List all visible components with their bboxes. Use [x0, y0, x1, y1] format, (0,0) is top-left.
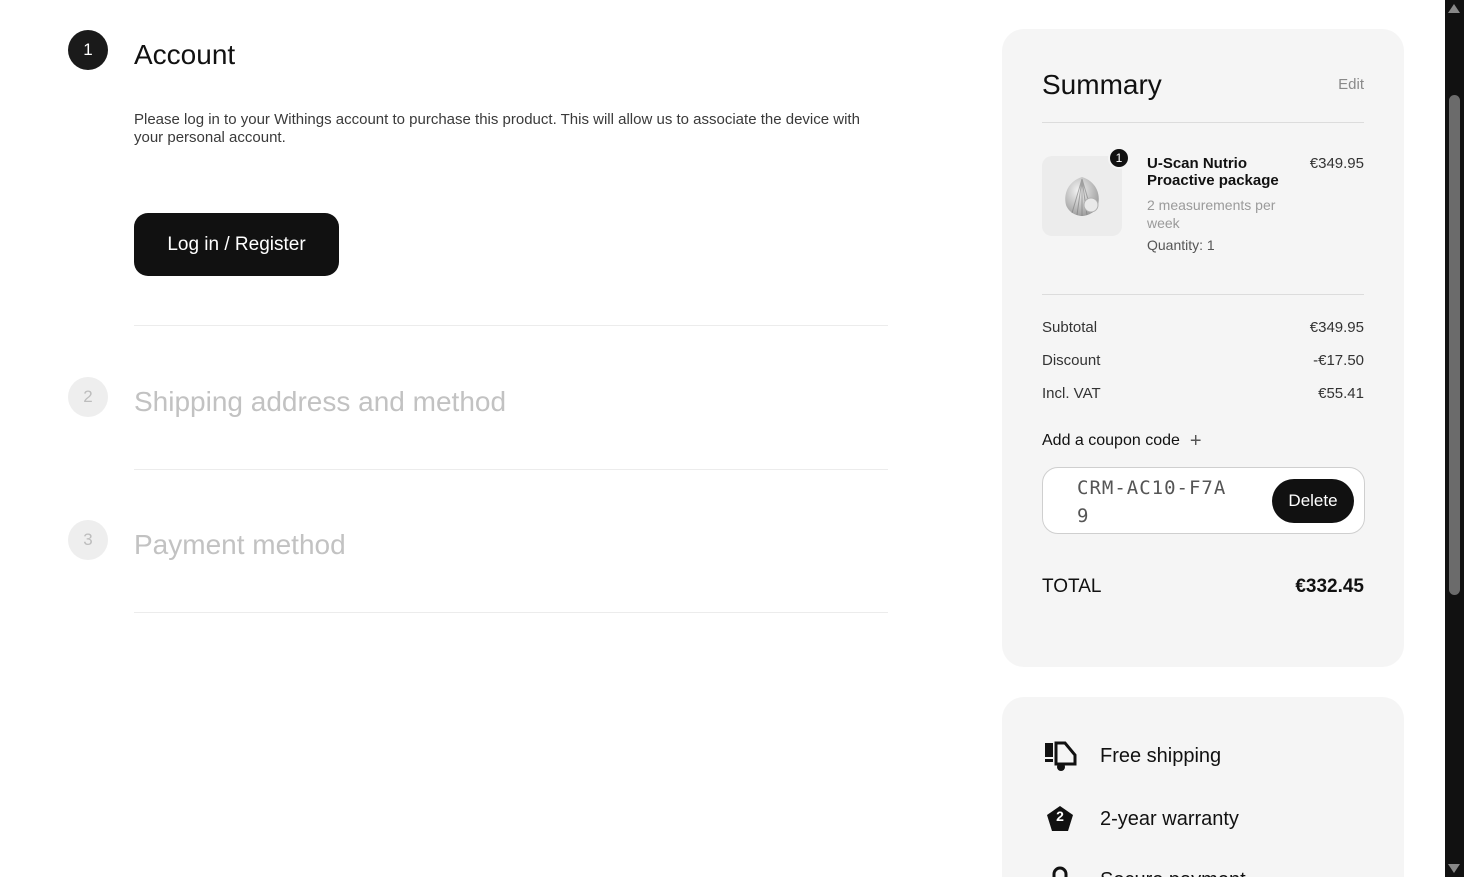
product-variant: 2 measurements per week: [1147, 197, 1276, 231]
account-description: Please log in to your Withings account t…: [134, 111, 860, 146]
perk-warranty: 2 2-year warranty: [1042, 801, 1239, 837]
coupon-code-input[interactable]: CRM-AC10-F7A9: [1077, 474, 1227, 530]
delete-coupon-button[interactable]: Delete: [1272, 479, 1354, 523]
coupon-field: CRM-AC10-F7A9 Delete: [1042, 467, 1365, 534]
step-title: Account: [134, 39, 236, 70]
step-title: Shipping address and method: [134, 386, 507, 417]
order-summary-card: Summary Edit 1 U-Scan Nutrio Proactive p…: [1002, 29, 1404, 667]
edit-cart-link[interactable]: Edit: [1338, 76, 1364, 93]
warranty-badge-number: 2: [1056, 808, 1064, 824]
product-price: €349.95: [1309, 155, 1364, 172]
scroll-down-arrow-icon[interactable]: [1448, 864, 1460, 873]
login-register-button[interactable]: Log in / Register: [134, 213, 339, 276]
add-coupon-toggle[interactable]: Add a coupon code +: [1042, 430, 1202, 452]
step-number-badge: 1: [68, 30, 108, 70]
plus-icon: +: [1189, 430, 1202, 452]
perk-label: Secure payment: [1100, 869, 1246, 877]
product-quantity: Quantity: 1: [1147, 237, 1215, 253]
step-title: Payment method: [134, 529, 346, 560]
perks-card: Free shipping 2 2-year warranty Secure p…: [1002, 697, 1404, 877]
subtotal-value: €349.95: [1309, 319, 1364, 336]
shell-product-icon: [1065, 177, 1099, 216]
vat-value: €55.41: [1318, 385, 1364, 402]
scroll-up-arrow-icon[interactable]: [1448, 4, 1460, 13]
step-divider: [134, 612, 888, 613]
warranty-badge-icon: 2: [1042, 801, 1078, 837]
quantity-badge: 1: [1108, 147, 1130, 169]
page-scrollbar[interactable]: [1445, 0, 1464, 877]
step-divider: [134, 325, 888, 326]
discount-label: Discount: [1042, 352, 1101, 369]
perk-secure-payment: Secure payment: [1042, 862, 1246, 877]
step-number-badge: 2: [68, 377, 108, 417]
product-name: U-Scan Nutrio Proactive package: [1147, 155, 1279, 189]
total-value: €332.45: [1295, 576, 1364, 597]
summary-divider: [1042, 294, 1364, 295]
product-image: [1042, 156, 1122, 236]
step-divider: [134, 469, 888, 470]
vat-label: Incl. VAT: [1042, 385, 1101, 402]
discount-value: -€17.50: [1313, 352, 1364, 369]
summary-divider: [1042, 122, 1364, 123]
summary-title: Summary: [1042, 69, 1162, 100]
step-number-badge: 3: [68, 520, 108, 560]
total-label: TOTAL: [1042, 576, 1102, 597]
scroll-thumb[interactable]: [1449, 95, 1460, 595]
subtotal-label: Subtotal: [1042, 319, 1098, 336]
lock-icon: [1042, 862, 1078, 877]
perk-label: 2-year warranty: [1100, 807, 1239, 830]
perk-label: Free shipping: [1100, 744, 1222, 767]
add-coupon-label: Add a coupon code: [1042, 432, 1180, 449]
truck-icon: [1042, 738, 1078, 774]
perk-free-shipping: Free shipping: [1042, 738, 1221, 774]
